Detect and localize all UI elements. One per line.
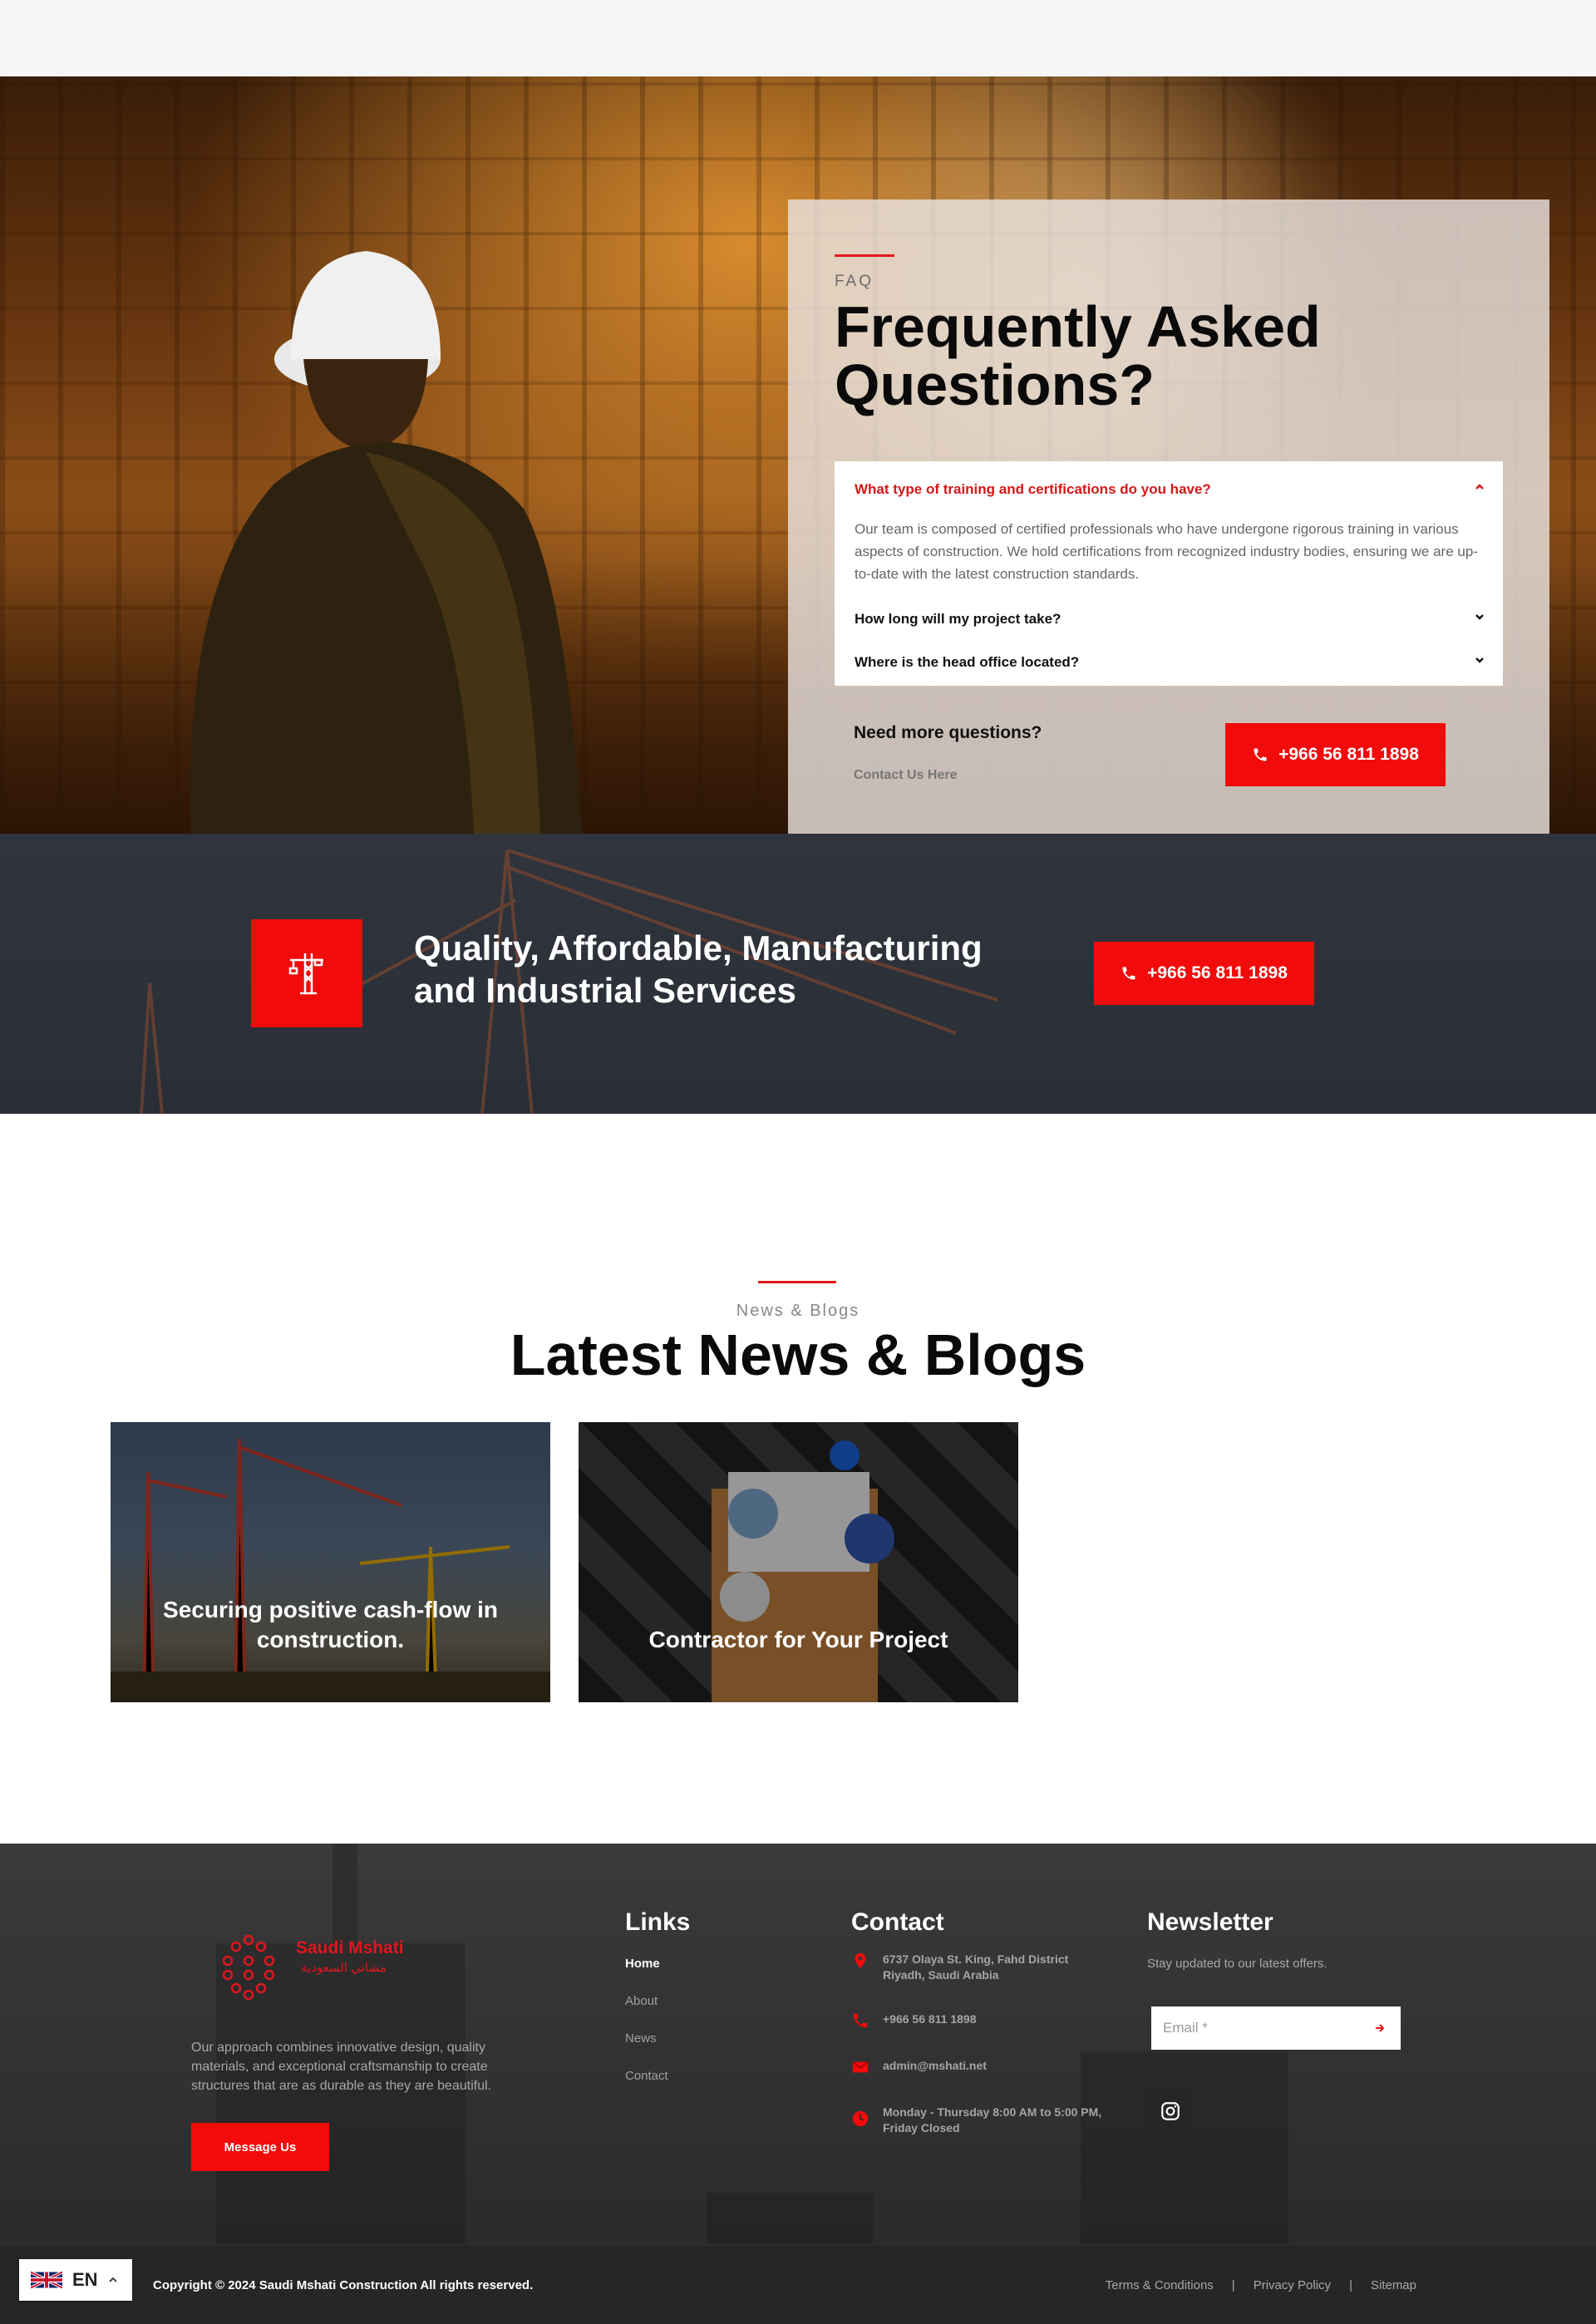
address-text: 6737 Olaya St. King, Fahd District Riyad…: [883, 1952, 1069, 1982]
news-post-card[interactable]: Securing positive cash-flow in construct…: [111, 1422, 550, 1702]
chevron-down-icon[interactable]: [1475, 611, 1485, 624]
faq-answer: Our team is composed of certified profes…: [855, 521, 1478, 582]
faq-phone-button[interactable]: +966 56 811 1898: [1225, 723, 1446, 786]
company-logo[interactable]: Saudi Mshati مشاتي السعودية: [203, 1923, 419, 2015]
chevron-down-icon[interactable]: [1475, 654, 1485, 667]
top-strip: [0, 0, 1596, 76]
footer-link-contact[interactable]: Contact: [625, 2069, 668, 2083]
worker-image: [190, 251, 582, 834]
email-text[interactable]: admin@mshati.net: [883, 2058, 1107, 2074]
cta-band: Quality, Affordable, Manufacturing and I…: [0, 834, 1596, 1114]
faq-phone-label: +966 56 811 1898: [1278, 745, 1419, 764]
links-heading: Links: [625, 1908, 691, 1936]
footer-link-news[interactable]: News: [625, 2031, 657, 2046]
faq-section: FAQ Frequently Asked Questions? What typ…: [0, 76, 1596, 834]
cta-phone-button[interactable]: +966 56 811 1898: [1094, 942, 1314, 1005]
image-overlay: [579, 1422, 1018, 1702]
phone-icon: [1122, 967, 1135, 980]
chevron-up-icon: [108, 2277, 117, 2282]
instagram-button[interactable]: [1147, 2088, 1194, 2134]
clock-icon: [852, 2110, 869, 2127]
logo-arabic-text: مشاتي السعودية: [301, 1961, 387, 1975]
contact-hours: Monday - Thursday 8:00 AM to 5:00 PM, Fr…: [851, 2105, 1107, 2136]
newsletter-submit-button[interactable]: [1358, 2006, 1401, 2050]
footer-description: Our approach combines innovative design,…: [191, 2041, 492, 2093]
phone-text[interactable]: +966 56 811 1898: [883, 2011, 1107, 2027]
mail-icon: [852, 2061, 869, 2073]
footer-link-home[interactable]: Home: [625, 1957, 660, 1971]
contact-address: 6737 Olaya St. King, Fahd District Riyad…: [851, 1952, 1107, 1983]
crane-icon: [288, 953, 323, 995]
contact-us-link[interactable]: Contact Us Here: [854, 768, 957, 783]
bottom-bar: Copyright © 2024 Saudi Mshati Constructi…: [0, 2244, 1596, 2324]
separator: |: [1349, 2278, 1352, 2292]
hours-text: Monday - Thursday 8:00 AM to 5:00 PM, Fr…: [883, 2105, 1102, 2134]
phone-icon: [1254, 748, 1267, 761]
faq-accordion: What type of training and certifications…: [835, 461, 1503, 686]
uk-flag-icon: [31, 2270, 62, 2290]
contact-phone[interactable]: +966 56 811 1898: [851, 2011, 1107, 2030]
contact-email[interactable]: admin@mshati.net: [851, 2058, 1107, 2076]
sitemap-link[interactable]: Sitemap: [1371, 2278, 1416, 2292]
need-more-heading: Need more questions?: [854, 723, 1042, 742]
post-title[interactable]: Contractor for Your Project: [579, 1625, 1018, 1655]
chevron-up-icon[interactable]: [1475, 481, 1485, 495]
message-us-button[interactable]: Message Us: [191, 2123, 329, 2171]
language-switcher[interactable]: EN: [19, 2259, 132, 2301]
faq-card: FAQ Frequently Asked Questions? What typ…: [788, 199, 1549, 834]
faq-question[interactable]: How long will my project take?: [855, 611, 1061, 628]
location-pin-icon: [855, 1952, 866, 1969]
logo-text: Saudi Mshati: [296, 1938, 404, 1957]
news-title: Latest News & Blogs: [510, 1322, 1086, 1387]
phone-icon: [853, 2013, 868, 2028]
accent-line: [835, 254, 894, 257]
contact-heading: Contact: [851, 1908, 944, 1936]
logo-mark-icon: [222, 1934, 275, 2001]
footer: Saudi Mshati مشاتي السعودية Our approach…: [0, 1844, 1596, 2244]
crane-icon-box: [251, 919, 362, 1027]
image-overlay: [111, 1422, 550, 1702]
instagram-icon: [1161, 2102, 1180, 2120]
legal-links: Terms & Conditions | Privacy Policy | Si…: [1106, 2278, 1416, 2292]
accent-line: [758, 1281, 836, 1283]
faq-eyebrow: FAQ: [835, 273, 874, 290]
news-eyebrow: News & Blogs: [736, 1302, 860, 1320]
newsletter-subtext: Stay updated to our latest offers.: [1147, 1957, 1328, 1971]
post-title[interactable]: Securing positive cash-flow in construct…: [111, 1595, 550, 1655]
email-input[interactable]: [1151, 2006, 1358, 2050]
faq-question[interactable]: Where is the head office located?: [855, 654, 1079, 671]
cta-phone-label: +966 56 811 1898: [1147, 963, 1288, 982]
faq-question[interactable]: What type of training and certifications…: [855, 481, 1211, 498]
news-post-card[interactable]: Contractor for Your Project: [579, 1422, 1018, 1702]
separator: |: [1231, 2278, 1235, 2292]
newsletter-form: [1151, 2006, 1401, 2050]
newsletter-heading: Newsletter: [1147, 1908, 1273, 1936]
privacy-link[interactable]: Privacy Policy: [1254, 2278, 1331, 2292]
faq-title: Frequently Asked Questions?: [835, 294, 1321, 417]
footer-link-about[interactable]: About: [625, 1994, 658, 2008]
copyright-text: Copyright © 2024 Saudi Mshati Constructi…: [153, 2278, 534, 2292]
cta-title: Quality, Affordable, Manufacturing and I…: [414, 928, 983, 1010]
terms-link[interactable]: Terms & Conditions: [1106, 2278, 1214, 2292]
language-label: EN: [72, 2269, 98, 2290]
arrow-right-icon: [1375, 2024, 1384, 2032]
